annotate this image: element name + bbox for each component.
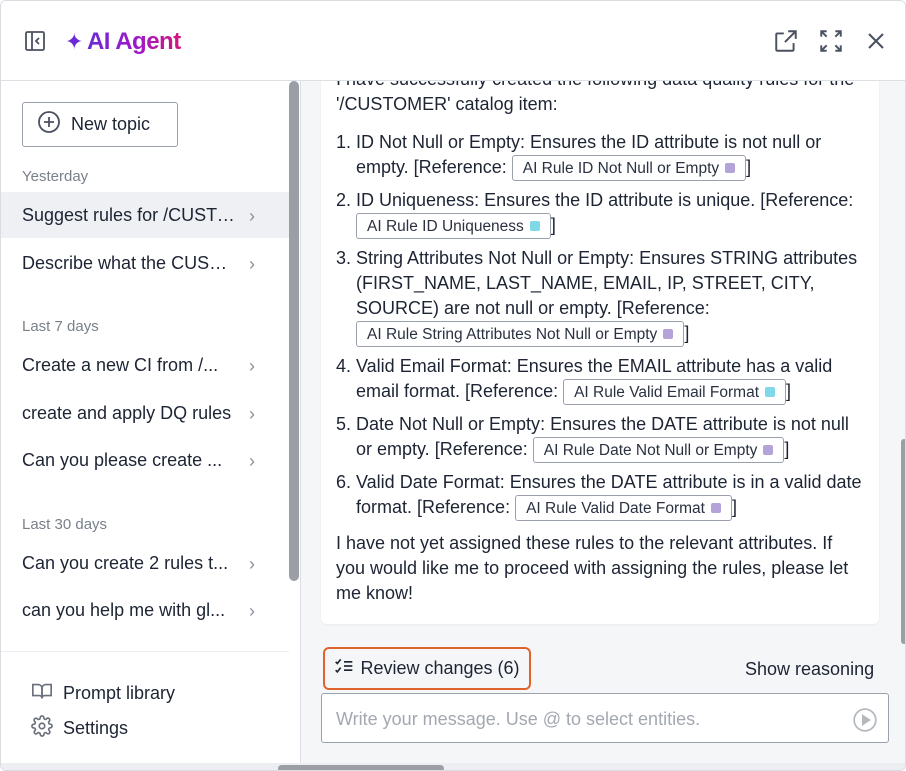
header: ✦ AI Agent: [1, 1, 905, 81]
item-number: 2.: [336, 190, 352, 210]
section-label-last-30-days: Last 30 days: [22, 516, 108, 533]
reference-chip[interactable]: AI Rule ID Uniqueness: [356, 213, 551, 240]
reference-close: ]: [550, 215, 556, 235]
book-icon: [31, 680, 53, 707]
reference-label: AI Rule Valid Date Format: [526, 499, 705, 517]
chevron-right-icon: ›: [249, 206, 255, 226]
sidebar: New topic Yesterday Suggest rules for /C…: [1, 81, 301, 770]
section-label-yesterday: Yesterday: [22, 168, 89, 185]
reference-label: AI Rule String Attributes Not Null or Em…: [367, 325, 658, 343]
message-composer: [321, 693, 889, 743]
rule-color-swatch: [663, 329, 674, 340]
assistant-message: I have successfully created the followin…: [321, 81, 879, 624]
send-icon[interactable]: [852, 707, 878, 733]
rule-title: Valid Email Format: [356, 356, 507, 376]
review-changes-label: Review changes (6): [360, 658, 520, 678]
rule-description: : Ensures the ID attribute is unique. [R…: [474, 190, 854, 210]
item-number: 4.: [336, 356, 352, 376]
topic-label: Create a new CI from /...: [22, 354, 219, 375]
expand-icon[interactable]: [817, 27, 845, 55]
app-title-text: AI Agent: [86, 28, 181, 55]
reference-chip[interactable]: AI Rule ID Not Null or Empty: [511, 155, 747, 182]
topic-item[interactable]: Can you create 2 rules t... ›: [1, 540, 289, 586]
topic-label: Can you create 2 rules t...: [22, 552, 229, 573]
item-number: 6.: [336, 472, 352, 492]
rule-title: ID Not Null or Empty: [356, 132, 521, 152]
rule-title: String Attributes Not Null or Empty: [356, 248, 630, 268]
new-topic-label: New topic: [71, 114, 151, 134]
prompt-library-link[interactable]: Prompt library: [31, 680, 175, 707]
reference-label: AI Rule ID Not Null or Empty: [522, 159, 720, 177]
open-external-icon[interactable]: [772, 27, 800, 55]
reference-chip[interactable]: AI Rule Valid Date Format: [515, 495, 732, 522]
show-reasoning-button[interactable]: Show reasoning: [745, 659, 874, 680]
background-page-strip: [1, 763, 905, 770]
checklist-icon: [334, 656, 354, 681]
message-intro: I have successfully created the followin…: [336, 81, 854, 114]
reference-close: ]: [731, 497, 737, 517]
topic-label: Suggest rules for /CUSTOMER: [22, 204, 237, 225]
reference-close: ]: [684, 323, 690, 343]
rule-color-swatch: [725, 163, 736, 174]
message-closing: I have not yet assigned these rules to t…: [336, 533, 849, 603]
rule-color-swatch: [763, 445, 774, 456]
chevron-right-icon: ›: [249, 254, 255, 274]
reference-chip[interactable]: AI Rule Valid Email Format: [563, 379, 787, 406]
new-topic-button[interactable]: New topic: [22, 102, 178, 147]
gear-icon: [31, 715, 53, 742]
topic-label: can you help me with gl...: [22, 599, 226, 620]
reference-label: AI Rule Valid Email Format: [574, 383, 760, 401]
chevron-right-icon: ›: [249, 404, 255, 424]
settings-link[interactable]: Settings: [31, 715, 128, 742]
review-changes-button[interactable]: Review changes (6): [323, 647, 531, 690]
topic-item[interactable]: Create a new CI from /... ›: [1, 342, 289, 388]
section-label-last-7-days: Last 7 days: [22, 318, 99, 335]
rule-color-swatch: [710, 503, 721, 514]
reference-close: ]: [786, 381, 792, 401]
reference-label: AI Rule Date Not Null or Empty: [543, 441, 758, 459]
settings-label: Settings: [63, 718, 129, 738]
sidebar-toggle-icon[interactable]: [21, 27, 49, 55]
plus-circle-icon: [37, 110, 61, 139]
reference-close: ]: [746, 157, 752, 177]
topic-label: create and apply DQ rules: [22, 402, 232, 423]
rule-color-swatch: [529, 221, 540, 232]
reference-chip[interactable]: AI Rule String Attributes Not Null or Em…: [356, 321, 685, 348]
item-number: 5.: [336, 414, 352, 434]
topic-label: Describe what the CUSTOMER: [22, 252, 237, 273]
ai-agent-window: ✦ AI Agent New topic Yesterday Suggest r…: [0, 0, 906, 771]
app-title: ✦ AI Agent: [65, 27, 181, 57]
reference-close: ]: [784, 439, 790, 459]
prompt-library-label: Prompt library: [63, 683, 176, 703]
chat-panel: I have successfully created the followin…: [301, 81, 905, 770]
chevron-right-icon: ›: [249, 601, 255, 621]
rule-color-swatch: [765, 387, 776, 398]
topic-item[interactable]: can you help me with gl... ›: [1, 587, 289, 633]
item-number: 3.: [336, 248, 352, 268]
topic-item[interactable]: Suggest rules for /CUSTOMER ›: [1, 192, 289, 238]
rule-title: Valid Date Format: [356, 472, 500, 492]
chevron-right-icon: ›: [249, 451, 255, 471]
sparkle-icon: ✦: [65, 29, 83, 54]
item-number: 1.: [336, 132, 352, 152]
rule-title: Date Not Null or Empty: [356, 414, 541, 434]
horizontal-scrollbar[interactable]: [278, 765, 444, 770]
topic-item[interactable]: create and apply DQ rules ›: [1, 390, 289, 436]
rule-title: ID Uniqueness: [356, 190, 475, 210]
sidebar-footer: Prompt library Settings: [1, 651, 289, 770]
chevron-right-icon: ›: [249, 554, 255, 574]
message-input[interactable]: [336, 706, 836, 732]
close-icon[interactable]: [862, 27, 890, 55]
topic-item[interactable]: Can you please create ... ›: [1, 437, 289, 483]
topic-item[interactable]: Describe what the CUSTOMER ›: [1, 240, 289, 286]
sidebar-scrollbar[interactable]: [289, 81, 299, 581]
chevron-right-icon: ›: [249, 356, 255, 376]
reference-chip[interactable]: AI Rule Date Not Null or Empty: [532, 437, 785, 464]
topic-label: Can you please create ...: [22, 449, 223, 470]
reference-label: AI Rule ID Uniqueness: [367, 217, 524, 235]
chat-scrollbar[interactable]: [901, 439, 905, 644]
